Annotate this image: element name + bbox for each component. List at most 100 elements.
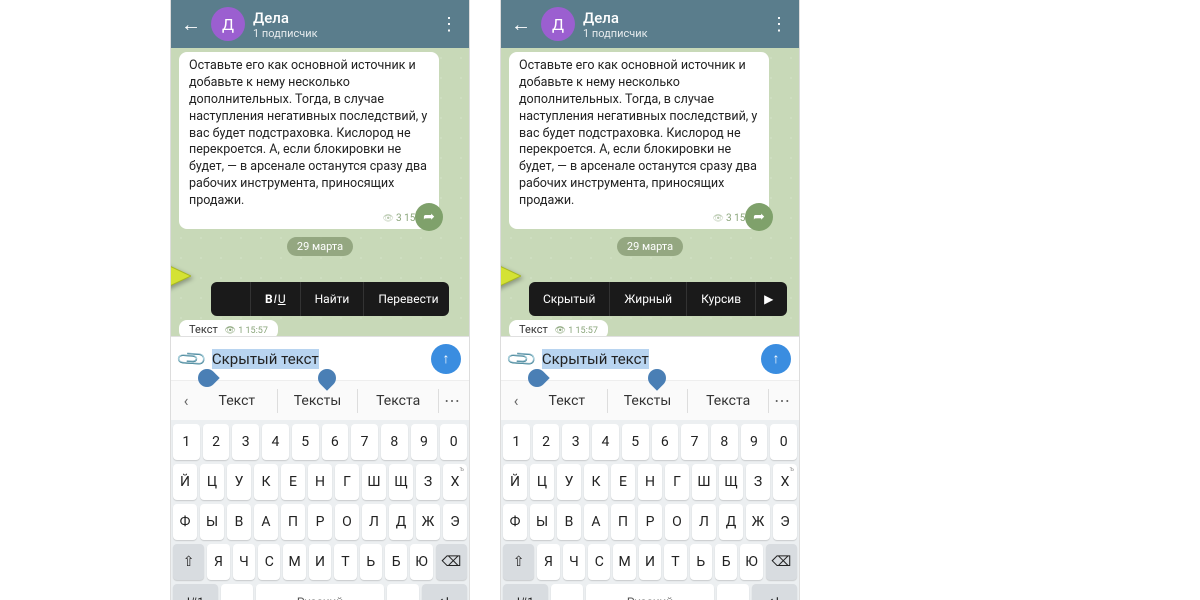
key-Л[interactable]: Л: [692, 504, 716, 540]
key-9[interactable]: 9: [741, 424, 768, 460]
comma-key[interactable]: ,: [221, 584, 253, 600]
message-input[interactable]: Скрытый текст: [212, 349, 423, 368]
chat-title-block[interactable]: Дела 1 подписчик: [583, 9, 767, 40]
key-В[interactable]: В: [557, 504, 581, 540]
suggestion-1[interactable]: Текст: [197, 389, 278, 413]
key-Ь[interactable]: Ь: [360, 544, 382, 580]
suggestion-1[interactable]: Текст: [527, 389, 608, 413]
key-А[interactable]: А: [254, 504, 278, 540]
share-icon[interactable]: ➦: [745, 203, 773, 231]
message-bubble[interactable]: Оставьте его как основной источник и доб…: [179, 52, 439, 229]
key-Ф[interactable]: Ф: [173, 504, 197, 540]
key-К[interactable]: К: [584, 464, 608, 500]
menu-icon[interactable]: ⋮: [437, 14, 461, 35]
key-А[interactable]: А: [584, 504, 608, 540]
context-italic-button[interactable]: Курсив: [687, 282, 756, 316]
key-Ц[interactable]: Ц: [200, 464, 224, 500]
space-key[interactable]: ‹Русский›: [586, 584, 714, 600]
key-В[interactable]: В: [227, 504, 251, 540]
key-7[interactable]: 7: [681, 424, 708, 460]
key-С[interactable]: С: [258, 544, 280, 580]
key-9[interactable]: 9: [411, 424, 438, 460]
key-5[interactable]: 5: [622, 424, 649, 460]
key-0[interactable]: 0: [440, 424, 467, 460]
share-icon[interactable]: ➦: [415, 203, 443, 231]
key-К[interactable]: К: [254, 464, 278, 500]
key-Э[interactable]: Э: [773, 504, 797, 540]
suggestion-2[interactable]: Тексты: [608, 389, 689, 413]
period-key[interactable]: .: [387, 584, 419, 600]
suggestion-back-icon[interactable]: ‹: [505, 391, 527, 410]
key-Й[interactable]: Й: [173, 464, 197, 500]
key-1[interactable]: 1: [503, 424, 530, 460]
back-icon[interactable]: ←: [509, 12, 533, 37]
key-О[interactable]: О: [665, 504, 689, 540]
key-1[interactable]: 1: [173, 424, 200, 460]
chat-area[interactable]: Оставьте его как основной источник и доб…: [501, 48, 799, 336]
key-Б[interactable]: Б: [715, 544, 737, 580]
context-find-button[interactable]: Найти: [301, 282, 365, 316]
key-Ю[interactable]: Ю: [410, 544, 432, 580]
key-Р[interactable]: Р: [638, 504, 662, 540]
context-hidden-button[interactable]: Скрытый: [529, 282, 610, 316]
shift-key[interactable]: ⇧: [173, 544, 204, 580]
key-6[interactable]: 6: [652, 424, 679, 460]
symbols-key[interactable]: !#1: [503, 584, 548, 600]
key-2[interactable]: 2: [533, 424, 560, 460]
key-Ж[interactable]: Ж: [416, 504, 440, 540]
back-icon[interactable]: ←: [179, 12, 203, 37]
key-Л[interactable]: Л: [362, 504, 386, 540]
key-3[interactable]: 3: [562, 424, 589, 460]
key-Я[interactable]: Я: [537, 544, 559, 580]
send-button[interactable]: ↑: [761, 344, 791, 374]
key-Ю[interactable]: Ю: [740, 544, 762, 580]
key-П[interactable]: П: [611, 504, 635, 540]
context-more-icon[interactable]: ▶: [756, 282, 781, 316]
key-Ф[interactable]: Ф: [503, 504, 527, 540]
key-8[interactable]: 8: [381, 424, 408, 460]
backspace-key[interactable]: ⌫: [766, 544, 797, 580]
key-Ь[interactable]: Ь: [690, 544, 712, 580]
key-0[interactable]: 0: [770, 424, 797, 460]
key-7[interactable]: 7: [351, 424, 378, 460]
symbols-key[interactable]: !#1: [173, 584, 218, 600]
key-Ы[interactable]: Ы: [530, 504, 554, 540]
send-button[interactable]: ↑: [431, 344, 461, 374]
key-С[interactable]: С: [588, 544, 610, 580]
key-2[interactable]: 2: [203, 424, 230, 460]
key-Щ[interactable]: Щ: [389, 464, 413, 500]
key-Ш[interactable]: Ш: [692, 464, 716, 500]
period-key[interactable]: .: [717, 584, 749, 600]
suggestion-3[interactable]: Текста: [358, 389, 439, 413]
key-Ж[interactable]: Ж: [746, 504, 770, 540]
chat-area[interactable]: Оставьте его как основной источник и доб…: [171, 48, 469, 336]
key-3[interactable]: 3: [232, 424, 259, 460]
key-З[interactable]: З: [746, 464, 770, 500]
key-И[interactable]: И: [639, 544, 661, 580]
context-obscured-item[interactable]: [211, 282, 251, 316]
key-Н[interactable]: Н: [638, 464, 662, 500]
suggestion-3[interactable]: Текста: [688, 389, 769, 413]
key-Е[interactable]: Е: [281, 464, 305, 500]
key-Й[interactable]: Й: [503, 464, 527, 500]
key-М[interactable]: М: [613, 544, 635, 580]
key-О[interactable]: О: [335, 504, 359, 540]
chat-title-block[interactable]: Дела 1 подписчик: [253, 9, 437, 40]
enter-key[interactable]: ↵: [422, 584, 467, 600]
key-8[interactable]: 8: [711, 424, 738, 460]
key-Р[interactable]: Р: [308, 504, 332, 540]
key-Ш[interactable]: Ш: [362, 464, 386, 500]
key-Ч[interactable]: Ч: [563, 544, 585, 580]
key-Э[interactable]: Э: [443, 504, 467, 540]
suggestion-back-icon[interactable]: ‹: [175, 391, 197, 410]
message-bubble[interactable]: Оставьте его как основной источник и доб…: [509, 52, 769, 229]
key-6[interactable]: 6: [322, 424, 349, 460]
space-key[interactable]: ‹Русский›: [256, 584, 384, 600]
key-Я[interactable]: Я: [207, 544, 229, 580]
comma-key[interactable]: ,: [551, 584, 583, 600]
key-4[interactable]: 4: [262, 424, 289, 460]
key-Д[interactable]: Д: [389, 504, 413, 540]
key-Г[interactable]: Г: [335, 464, 359, 500]
key-5[interactable]: 5: [292, 424, 319, 460]
key-Ы[interactable]: Ы: [200, 504, 224, 540]
